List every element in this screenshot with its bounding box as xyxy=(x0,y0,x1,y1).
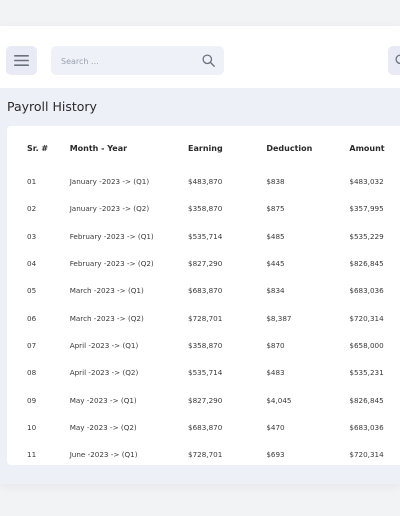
cell-earning: $535,714 xyxy=(188,231,223,241)
payroll-table: Sr. # Month - Year Earning Deduction Amo… xyxy=(7,126,400,468)
cell-deduction: $834 xyxy=(266,286,285,296)
cell-sr: 09 xyxy=(27,395,37,405)
cell-month-year: February -2023 -> (Q2) xyxy=(69,259,154,269)
cell-sr: 03 xyxy=(27,231,37,241)
cell-deduction: $470 xyxy=(266,422,285,432)
cell-deduction: $875 xyxy=(266,204,285,214)
cell-sr: 08 xyxy=(27,368,37,378)
table-row[interactable]: 02 January -2023 -> (Q2) $358,870 $875 $… xyxy=(7,195,400,222)
column-header-sr[interactable]: Sr. # xyxy=(7,126,70,168)
cell-amount: $826,845 xyxy=(349,259,384,269)
page-title: Payroll History xyxy=(7,99,97,114)
cell-sr: 02 xyxy=(27,204,37,214)
payroll-table-card: Sr. # Month - Year Earning Deduction Amo… xyxy=(7,126,400,465)
cell-sr: 01 xyxy=(27,177,37,187)
table-header-row: Sr. # Month - Year Earning Deduction Amo… xyxy=(7,126,400,168)
cell-earning: $483,870 xyxy=(188,177,223,187)
cell-month-year: March -2023 -> (Q2) xyxy=(69,313,144,323)
table-row[interactable]: 01 January -2023 -> (Q1) $483,870 $838 $… xyxy=(7,168,400,195)
column-header-amount[interactable]: Amount xyxy=(349,126,400,168)
cell-amount: $826,845 xyxy=(349,395,384,405)
table-row[interactable]: 07 April -2023 -> (Q1) $358,870 $870 $65… xyxy=(7,332,400,359)
table-row[interactable]: 09 May -2023 -> (Q1) $827,290 $4,045 $82… xyxy=(7,386,400,413)
main-content: Payroll History Sr. # Month - Year Earni… xyxy=(0,88,400,484)
cell-earning: $827,290 xyxy=(188,259,223,269)
cell-deduction: $693 xyxy=(266,450,285,460)
cell-earning: $728,701 xyxy=(188,313,223,323)
table-row[interactable]: 04 February -2023 -> (Q2) $827,290 $445 … xyxy=(7,250,400,277)
cell-month-year: March -2023 -> (Q1) xyxy=(69,286,144,296)
cell-month-year: February -2023 -> (Q1) xyxy=(69,231,154,241)
menu-button[interactable] xyxy=(6,46,37,75)
cell-month-year: January -2023 -> (Q1) xyxy=(69,177,150,187)
cell-earning: $827,290 xyxy=(188,395,223,405)
column-header-month-year[interactable]: Month - Year xyxy=(70,126,188,168)
cell-amount: $683,036 xyxy=(349,422,384,432)
cell-amount: $357,995 xyxy=(349,204,384,214)
cell-amount: $720,314 xyxy=(349,313,384,323)
cell-deduction: $485 xyxy=(266,231,285,241)
cell-deduction: $8,387 xyxy=(266,313,292,323)
search-bar xyxy=(51,46,224,77)
cell-month-year: May -2023 -> (Q1) xyxy=(69,395,137,405)
cell-earning: $683,870 xyxy=(188,286,223,296)
cell-sr: 04 xyxy=(27,259,37,269)
cell-sr: 06 xyxy=(27,313,37,323)
search-icon xyxy=(395,54,400,65)
table-row[interactable]: 11 June -2023 -> (Q1) $728,701 $693 $720… xyxy=(7,441,400,468)
column-header-deduction[interactable]: Deduction xyxy=(266,126,349,168)
cell-amount: $683,036 xyxy=(349,286,384,296)
search-icon[interactable] xyxy=(202,54,215,67)
cell-amount: $658,000 xyxy=(349,340,384,350)
cell-earning: $535,714 xyxy=(188,368,223,378)
cell-month-year: May -2023 -> (Q2) xyxy=(69,422,137,432)
cell-sr: 10 xyxy=(27,422,37,432)
cell-amount: $535,229 xyxy=(349,231,384,241)
hamburger-menu-icon xyxy=(14,55,29,66)
search-input[interactable] xyxy=(59,46,198,77)
table-row[interactable]: 05 March -2023 -> (Q1) $683,870 $834 $68… xyxy=(7,277,400,304)
cell-deduction: $838 xyxy=(266,177,285,187)
cell-amount: $535,231 xyxy=(349,368,384,378)
cell-sr: 07 xyxy=(27,340,37,350)
cell-earning: $358,870 xyxy=(188,340,223,350)
cell-amount: $720,314 xyxy=(349,450,384,460)
app-window: Payroll History Sr. # Month - Year Earni… xyxy=(0,26,400,484)
cell-month-year: June -2023 -> (Q1) xyxy=(69,450,138,460)
cell-deduction: $483 xyxy=(266,368,285,378)
cell-earning: $683,870 xyxy=(188,422,223,432)
table-row[interactable]: 10 May -2023 -> (Q2) $683,870 $470 $683,… xyxy=(7,414,400,441)
cell-deduction: $870 xyxy=(266,340,285,350)
cell-month-year: January -2023 -> (Q2) xyxy=(69,204,150,214)
cell-earning: $358,870 xyxy=(188,204,223,214)
right-action-button[interactable] xyxy=(388,46,400,75)
cell-amount: $483,032 xyxy=(349,177,384,187)
table-row[interactable]: 08 April -2023 -> (Q2) $535,714 $483 $53… xyxy=(7,359,400,386)
table-row[interactable]: 03 February -2023 -> (Q1) $535,714 $485 … xyxy=(7,223,400,250)
cell-earning: $728,701 xyxy=(188,450,223,460)
cell-month-year: April -2023 -> (Q1) xyxy=(69,340,139,350)
cell-deduction: $445 xyxy=(266,259,285,269)
column-header-earning[interactable]: Earning xyxy=(188,126,266,168)
cell-sr: 11 xyxy=(27,450,37,460)
cell-month-year: April -2023 -> (Q2) xyxy=(69,368,139,378)
top-bar xyxy=(0,26,400,88)
cell-deduction: $4,045 xyxy=(266,395,292,405)
cell-sr: 05 xyxy=(27,286,37,296)
table-row[interactable]: 06 March -2023 -> (Q2) $728,701 $8,387 $… xyxy=(7,304,400,331)
